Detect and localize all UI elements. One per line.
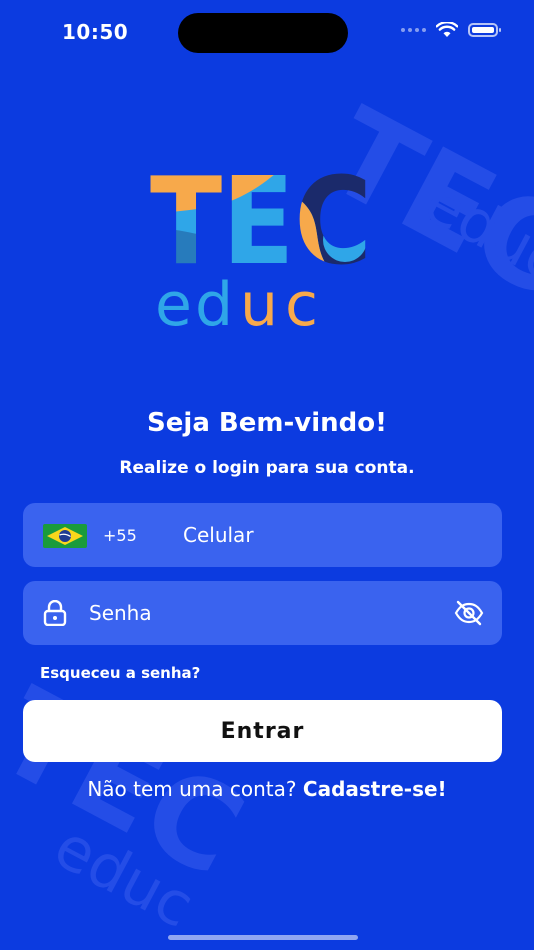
lock-icon [43, 600, 67, 626]
wifi-icon [436, 22, 458, 37]
status-bar: 10:50 [0, 0, 534, 64]
enter-button[interactable]: Entrar [23, 700, 502, 762]
phone-input[interactable]: +55 Celular [23, 503, 502, 567]
signup-link[interactable]: Cadastre-se! [303, 777, 447, 801]
dynamic-island [178, 13, 348, 53]
tec-educ-logo: TEC e d u c [150, 160, 380, 340]
svg-text:d: d [195, 270, 233, 335]
svg-text:e: e [155, 270, 192, 335]
welcome-subtitle: Realize o login para sua conta. [119, 458, 415, 478]
country-code[interactable]: +55 [103, 526, 137, 545]
phone-placeholder: Celular [183, 523, 254, 547]
battery-icon [468, 23, 501, 37]
signal-dots-icon [401, 28, 426, 32]
password-input[interactable]: Senha [23, 581, 502, 645]
svg-text:u: u [240, 270, 278, 335]
forgot-password-link[interactable]: Esqueceu a senha? [40, 664, 200, 682]
svg-text:educ: educ [413, 166, 534, 296]
status-icons [401, 22, 501, 38]
welcome-title: Seja Bem-vindo! [147, 408, 387, 438]
svg-text:educ: educ [43, 811, 205, 941]
brazil-flag-icon[interactable] [43, 524, 87, 548]
status-time: 10:50 [62, 20, 129, 44]
password-placeholder: Senha [89, 601, 152, 625]
svg-text:c: c [285, 270, 318, 335]
eye-off-icon[interactable] [454, 600, 484, 626]
signup-row: Não tem uma conta? Cadastre-se! [0, 777, 534, 801]
signup-question: Não tem uma conta? [87, 777, 297, 801]
home-indicator[interactable] [168, 935, 358, 940]
